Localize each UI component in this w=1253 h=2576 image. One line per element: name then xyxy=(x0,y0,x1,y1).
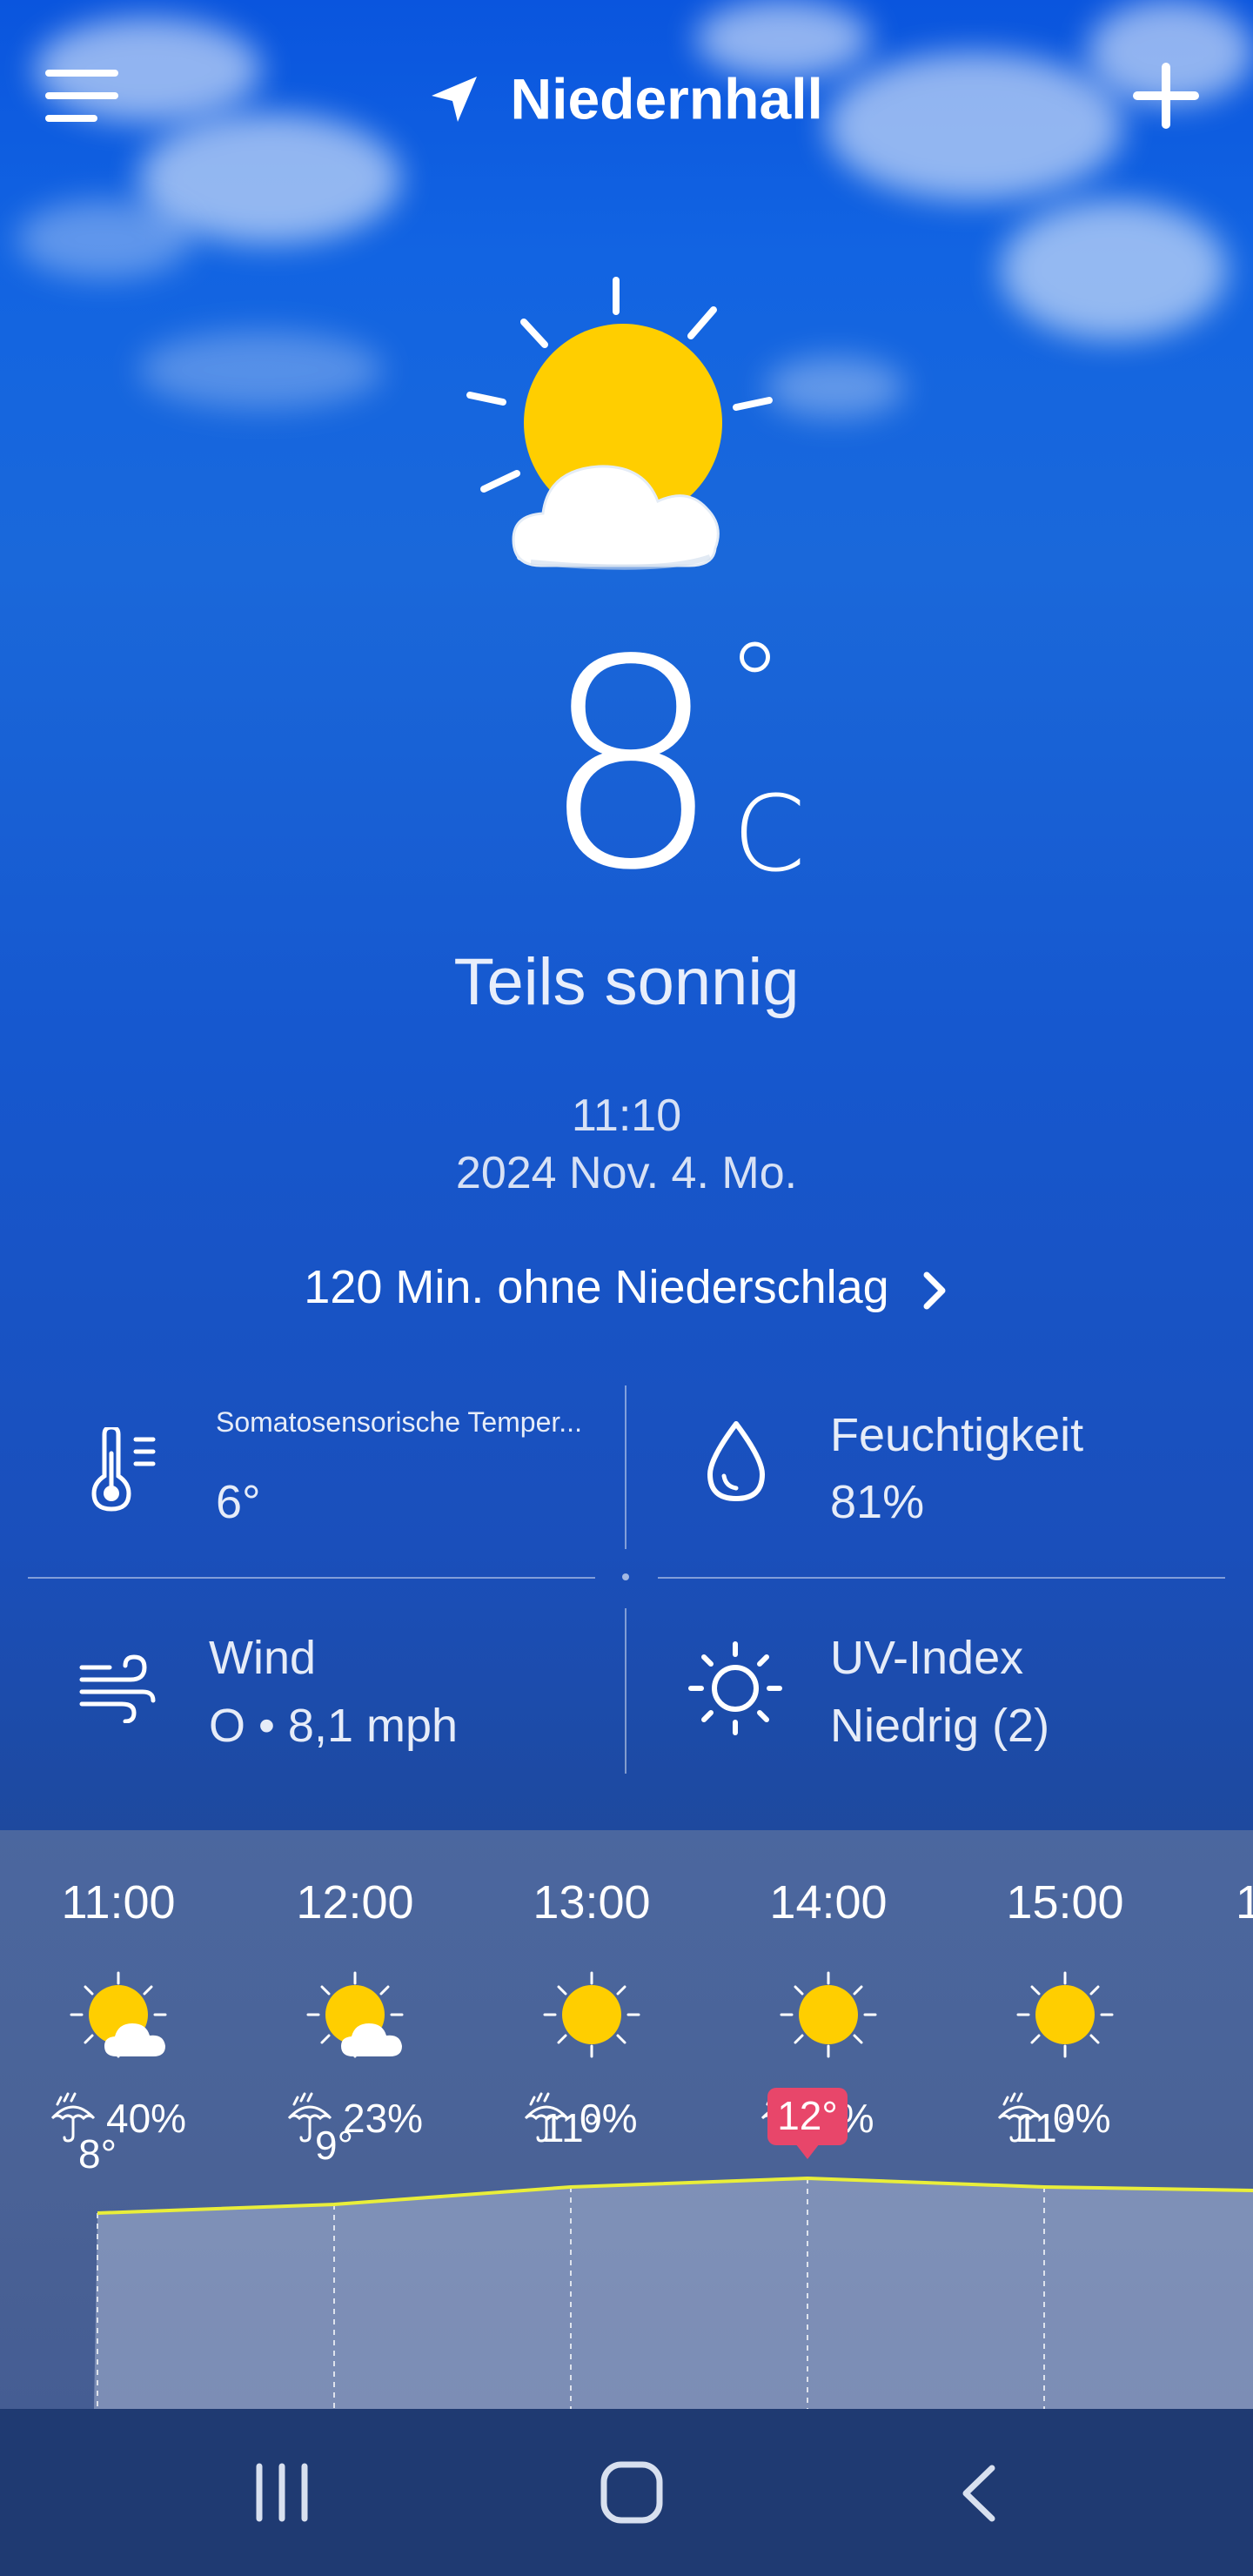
home-button[interactable] xyxy=(599,2459,665,2526)
thermometer-icon xyxy=(87,1425,165,1519)
sky-cloud xyxy=(17,200,191,278)
current-condition: Teils sonnig xyxy=(453,945,800,1019)
humidity-value: 81% xyxy=(830,1476,925,1528)
hourly-temperature-chart: 8° 9° 11° 12° 11° xyxy=(78,2088,1253,2409)
wind-label: Wind xyxy=(209,1632,317,1684)
hour-temperature: 11° xyxy=(542,2105,600,2150)
divider-dot xyxy=(622,1573,629,1580)
home-icon xyxy=(600,2461,663,2524)
sky-cloud xyxy=(1001,200,1227,339)
update-time: 11:10 xyxy=(571,1090,682,1141)
degree-symbol: ° xyxy=(727,618,783,750)
wind-icon xyxy=(78,1654,157,1727)
humidity-label: Feuchtigkeit xyxy=(830,1409,1084,1461)
partly-sunny-icon xyxy=(466,277,773,570)
sky-cloud xyxy=(139,331,383,409)
sun-icon xyxy=(687,1640,783,1741)
feels-like-label: Somatosensorische Temper... xyxy=(216,1406,582,1438)
current-temperature: 8 xyxy=(539,599,722,933)
temperature-unit: C xyxy=(733,775,806,896)
hour-temperature: 9° xyxy=(315,2123,353,2168)
system-navigation-bar xyxy=(0,2409,1253,2576)
uv-value: Niedrig (2) xyxy=(830,1700,1050,1752)
recent-apps-button[interactable] xyxy=(252,2461,313,2524)
hour-temperature: 8° xyxy=(78,2131,117,2177)
uv-label: UV-Index xyxy=(830,1632,1024,1684)
temperature-area xyxy=(94,2178,1253,2409)
hour-time-partial: 1 xyxy=(1236,1876,1253,1929)
plus-icon xyxy=(1133,63,1199,129)
current-weather-icon xyxy=(452,261,801,592)
recent-apps-icon xyxy=(256,2463,308,2522)
chevron-right-icon xyxy=(923,1271,946,1310)
update-date: 2024 Nov. 4. Mo. xyxy=(455,1148,798,1198)
back-button[interactable] xyxy=(957,2463,1001,2524)
location-arrow-icon xyxy=(432,76,478,122)
divider xyxy=(658,1577,1225,1579)
precipitation-forecast-link[interactable]: 120 Min. ohne Niederschlag xyxy=(0,1260,1253,1314)
divider xyxy=(625,1608,626,1774)
add-location-button[interactable] xyxy=(1131,61,1201,131)
hourly-forecast[interactable]: 11:0040%12:0023%13:000%14:000%15:000% 8°… xyxy=(0,1830,1253,2409)
location-name: Niedernhall xyxy=(510,66,823,131)
divider xyxy=(28,1577,595,1579)
precipitation-notice: 120 Min. ohne Niederschlag xyxy=(304,1261,889,1313)
hour-temperature: 11° xyxy=(1015,2105,1073,2150)
hour-temperature: 12° xyxy=(777,2093,838,2138)
water-drop-icon xyxy=(701,1419,771,1510)
feels-like-value: 6° xyxy=(216,1476,261,1528)
wind-value: O • 8,1 mph xyxy=(209,1700,459,1752)
divider xyxy=(625,1385,626,1549)
back-icon xyxy=(962,2465,995,2522)
location-title[interactable]: Niedernhall xyxy=(0,61,1253,132)
